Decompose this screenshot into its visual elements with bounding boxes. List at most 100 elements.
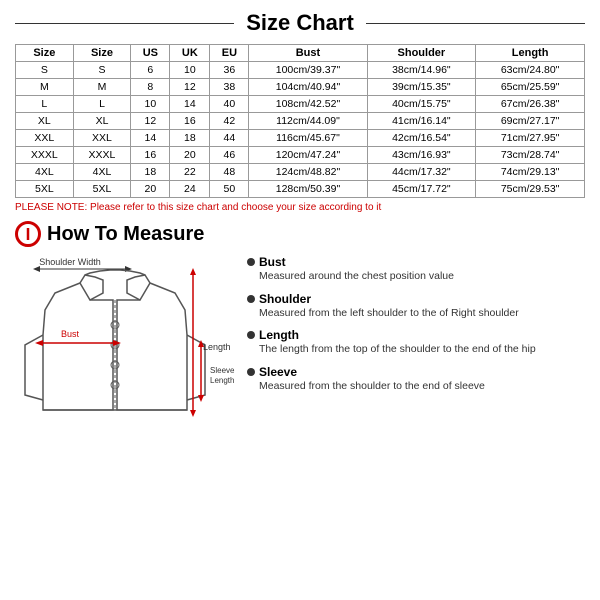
table-header-cell: Size <box>73 45 131 62</box>
table-cell: XXXL <box>16 147 74 164</box>
table-row: 5XL5XL202450128cm/50.39"45cm/17.72"75cm/… <box>16 181 585 198</box>
table-cell: 20 <box>170 147 210 164</box>
table-cell: XXXL <box>73 147 131 164</box>
table-cell: 44cm/17.32" <box>367 164 476 181</box>
table-cell: 12 <box>170 79 210 96</box>
table-header-cell: Length <box>476 45 585 62</box>
table-cell: 128cm/50.39" <box>249 181 367 198</box>
table-cell: 100cm/39.37" <box>249 62 367 79</box>
page-title: Size Chart <box>234 10 366 36</box>
title-line-right <box>366 23 585 24</box>
table-row: 4XL4XL182248124cm/48.82"44cm/17.32"74cm/… <box>16 164 585 181</box>
table-cell: 65cm/25.59" <box>476 79 585 96</box>
table-cell: 36 <box>210 62 249 79</box>
table-cell: 69cm/27.17" <box>476 113 585 130</box>
table-header-cell: EU <box>210 45 249 62</box>
table-row: SS61036100cm/39.37"38cm/14.96"63cm/24.80… <box>16 62 585 79</box>
table-cell: S <box>73 62 131 79</box>
table-cell: 75cm/29.53" <box>476 181 585 198</box>
svg-text:Length: Length <box>210 376 234 385</box>
measure-desc: Measured from the shoulder to the end of… <box>259 379 585 394</box>
table-cell: 67cm/26.38" <box>476 96 585 113</box>
table-cell: 42 <box>210 113 249 130</box>
table-cell: 14 <box>131 130 170 147</box>
table-cell: M <box>16 79 74 96</box>
measure-desc: The length from the top of the shoulder … <box>259 342 585 357</box>
table-cell: 10 <box>131 96 170 113</box>
table-cell: XL <box>73 113 131 130</box>
measure-desc: Measured around the chest position value <box>259 269 585 284</box>
measure-item: BustMeasured around the chest position v… <box>247 255 585 284</box>
measure-item-title: Sleeve <box>247 365 585 379</box>
jacket-illustration: Shoulder Width <box>15 255 235 448</box>
measure-item: LengthThe length from the top of the sho… <box>247 328 585 357</box>
table-cell: XXL <box>73 130 131 147</box>
table-cell: 71cm/27.95" <box>476 130 585 147</box>
table-header-row: SizeSizeUSUKEUBustShoulderLength <box>16 45 585 62</box>
table-header-cell: Bust <box>249 45 367 62</box>
table-cell: 44 <box>210 130 249 147</box>
table-cell: 73cm/28.74" <box>476 147 585 164</box>
title-line-left <box>15 23 234 24</box>
table-cell: 46 <box>210 147 249 164</box>
table-header-cell: Size <box>16 45 74 62</box>
table-cell: 16 <box>170 113 210 130</box>
table-cell: 112cm/44.09" <box>249 113 367 130</box>
measure-item-title: Shoulder <box>247 292 585 306</box>
table-cell: 5XL <box>16 181 74 198</box>
table-cell: 108cm/42.52" <box>249 96 367 113</box>
measure-item-title: Length <box>247 328 585 342</box>
table-header-cell: Shoulder <box>367 45 476 62</box>
how-to-measure-title: How To Measure <box>47 223 204 246</box>
size-table: SizeSizeUSUKEUBustShoulderLength SS61036… <box>15 44 585 198</box>
table-cell: 63cm/24.80" <box>476 62 585 79</box>
table-cell: M <box>73 79 131 96</box>
table-cell: 16 <box>131 147 170 164</box>
svg-text:Shoulder Width: Shoulder Width <box>39 257 101 267</box>
table-row: MM81238104cm/40.94"39cm/15.35"65cm/25.59… <box>16 79 585 96</box>
table-cell: 42cm/16.54" <box>367 130 476 147</box>
table-cell: 43cm/16.93" <box>367 147 476 164</box>
table-cell: 38 <box>210 79 249 96</box>
page: Size Chart SizeSizeUSUKEUBustShoulderLen… <box>0 0 600 600</box>
table-cell: 8 <box>131 79 170 96</box>
svg-text:Length: Length <box>203 342 231 352</box>
table-header-cell: US <box>131 45 170 62</box>
table-cell: 116cm/45.67" <box>249 130 367 147</box>
table-cell: 48 <box>210 164 249 181</box>
measure-item: SleeveMeasured from the shoulder to the … <box>247 365 585 394</box>
table-cell: 120cm/47.24" <box>249 147 367 164</box>
table-cell: 40 <box>210 96 249 113</box>
table-cell: 5XL <box>73 181 131 198</box>
measure-desc: Measured from the left shoulder to the o… <box>259 306 585 321</box>
table-cell: 4XL <box>16 164 74 181</box>
note-text: PLEASE NOTE: Please refer to this size c… <box>15 202 585 213</box>
table-cell: 18 <box>131 164 170 181</box>
bullet-icon <box>247 368 255 376</box>
table-cell: 4XL <box>73 164 131 181</box>
table-cell: 45cm/17.72" <box>367 181 476 198</box>
table-cell: 10 <box>170 62 210 79</box>
table-cell: 24 <box>170 181 210 198</box>
table-row: XLXL121642112cm/44.09"41cm/16.14"69cm/27… <box>16 113 585 130</box>
table-cell: 124cm/48.82" <box>249 164 367 181</box>
table-cell: XXL <box>16 130 74 147</box>
how-to-measure-heading: How To Measure <box>15 221 585 247</box>
measure-icon <box>15 221 41 247</box>
svg-text:Sleeve: Sleeve <box>210 366 235 375</box>
svg-text:Bust: Bust <box>61 329 80 339</box>
table-cell: S <box>16 62 74 79</box>
table-cell: 38cm/14.96" <box>367 62 476 79</box>
measure-name: Shoulder <box>259 292 311 306</box>
bullet-icon <box>247 331 255 339</box>
table-cell: 6 <box>131 62 170 79</box>
table-cell: 74cm/29.13" <box>476 164 585 181</box>
table-cell: 14 <box>170 96 210 113</box>
measure-name: Length <box>259 328 299 342</box>
bullet-icon <box>247 258 255 266</box>
table-cell: 50 <box>210 181 249 198</box>
table-cell: 40cm/15.75" <box>367 96 476 113</box>
title-row: Size Chart <box>15 10 585 36</box>
table-cell: L <box>73 96 131 113</box>
measure-item: ShoulderMeasured from the left shoulder … <box>247 292 585 321</box>
